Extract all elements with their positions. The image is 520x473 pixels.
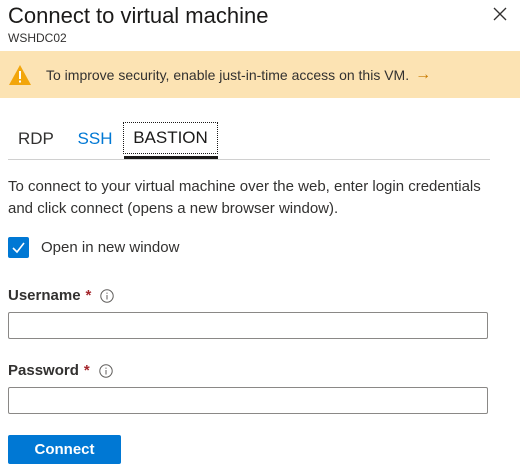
selected-tab-indicator (124, 156, 218, 159)
arrow-right-icon[interactable]: → (415, 66, 431, 84)
tab-bastion[interactable]: BASTION (123, 122, 218, 154)
checkbox-checked[interactable] (8, 236, 29, 258)
tab-ssh[interactable]: SSH (68, 122, 122, 156)
info-icon[interactable] (99, 363, 113, 378)
username-label-text: Username (8, 287, 81, 304)
checkbox-label: Open in new window (41, 238, 180, 256)
password-input[interactable] (8, 387, 488, 414)
password-label: Password * (8, 362, 113, 379)
required-mark: * (83, 362, 90, 379)
panel-title: Connect to virtual machine (8, 3, 269, 28)
connect-vm-panel: Connect to virtual machine WSHDC02 To im… (0, 0, 520, 473)
password-label-text: Password (8, 362, 79, 379)
warning-icon (9, 64, 31, 85)
username-input[interactable] (8, 312, 488, 339)
warning-message: To improve security, enable just-in-time… (46, 66, 410, 83)
close-button[interactable] (488, 2, 512, 26)
connect-button[interactable]: Connect (8, 435, 121, 464)
open-in-new-window-checkbox[interactable]: Open in new window (8, 236, 179, 258)
panel-subtitle: WSHDC02 (8, 31, 67, 45)
jit-warning-banner[interactable]: To improve security, enable just-in-time… (0, 51, 520, 98)
required-mark: * (85, 287, 92, 304)
connection-tabs: RDP SSH BASTION (8, 122, 490, 160)
info-icon[interactable] (100, 288, 115, 303)
tab-rdp[interactable]: RDP (8, 122, 64, 156)
close-icon (493, 7, 507, 21)
bastion-description: To connect to your virtual machine over … (8, 178, 481, 217)
username-label: Username * (8, 287, 115, 304)
checkmark-icon (12, 242, 25, 253)
